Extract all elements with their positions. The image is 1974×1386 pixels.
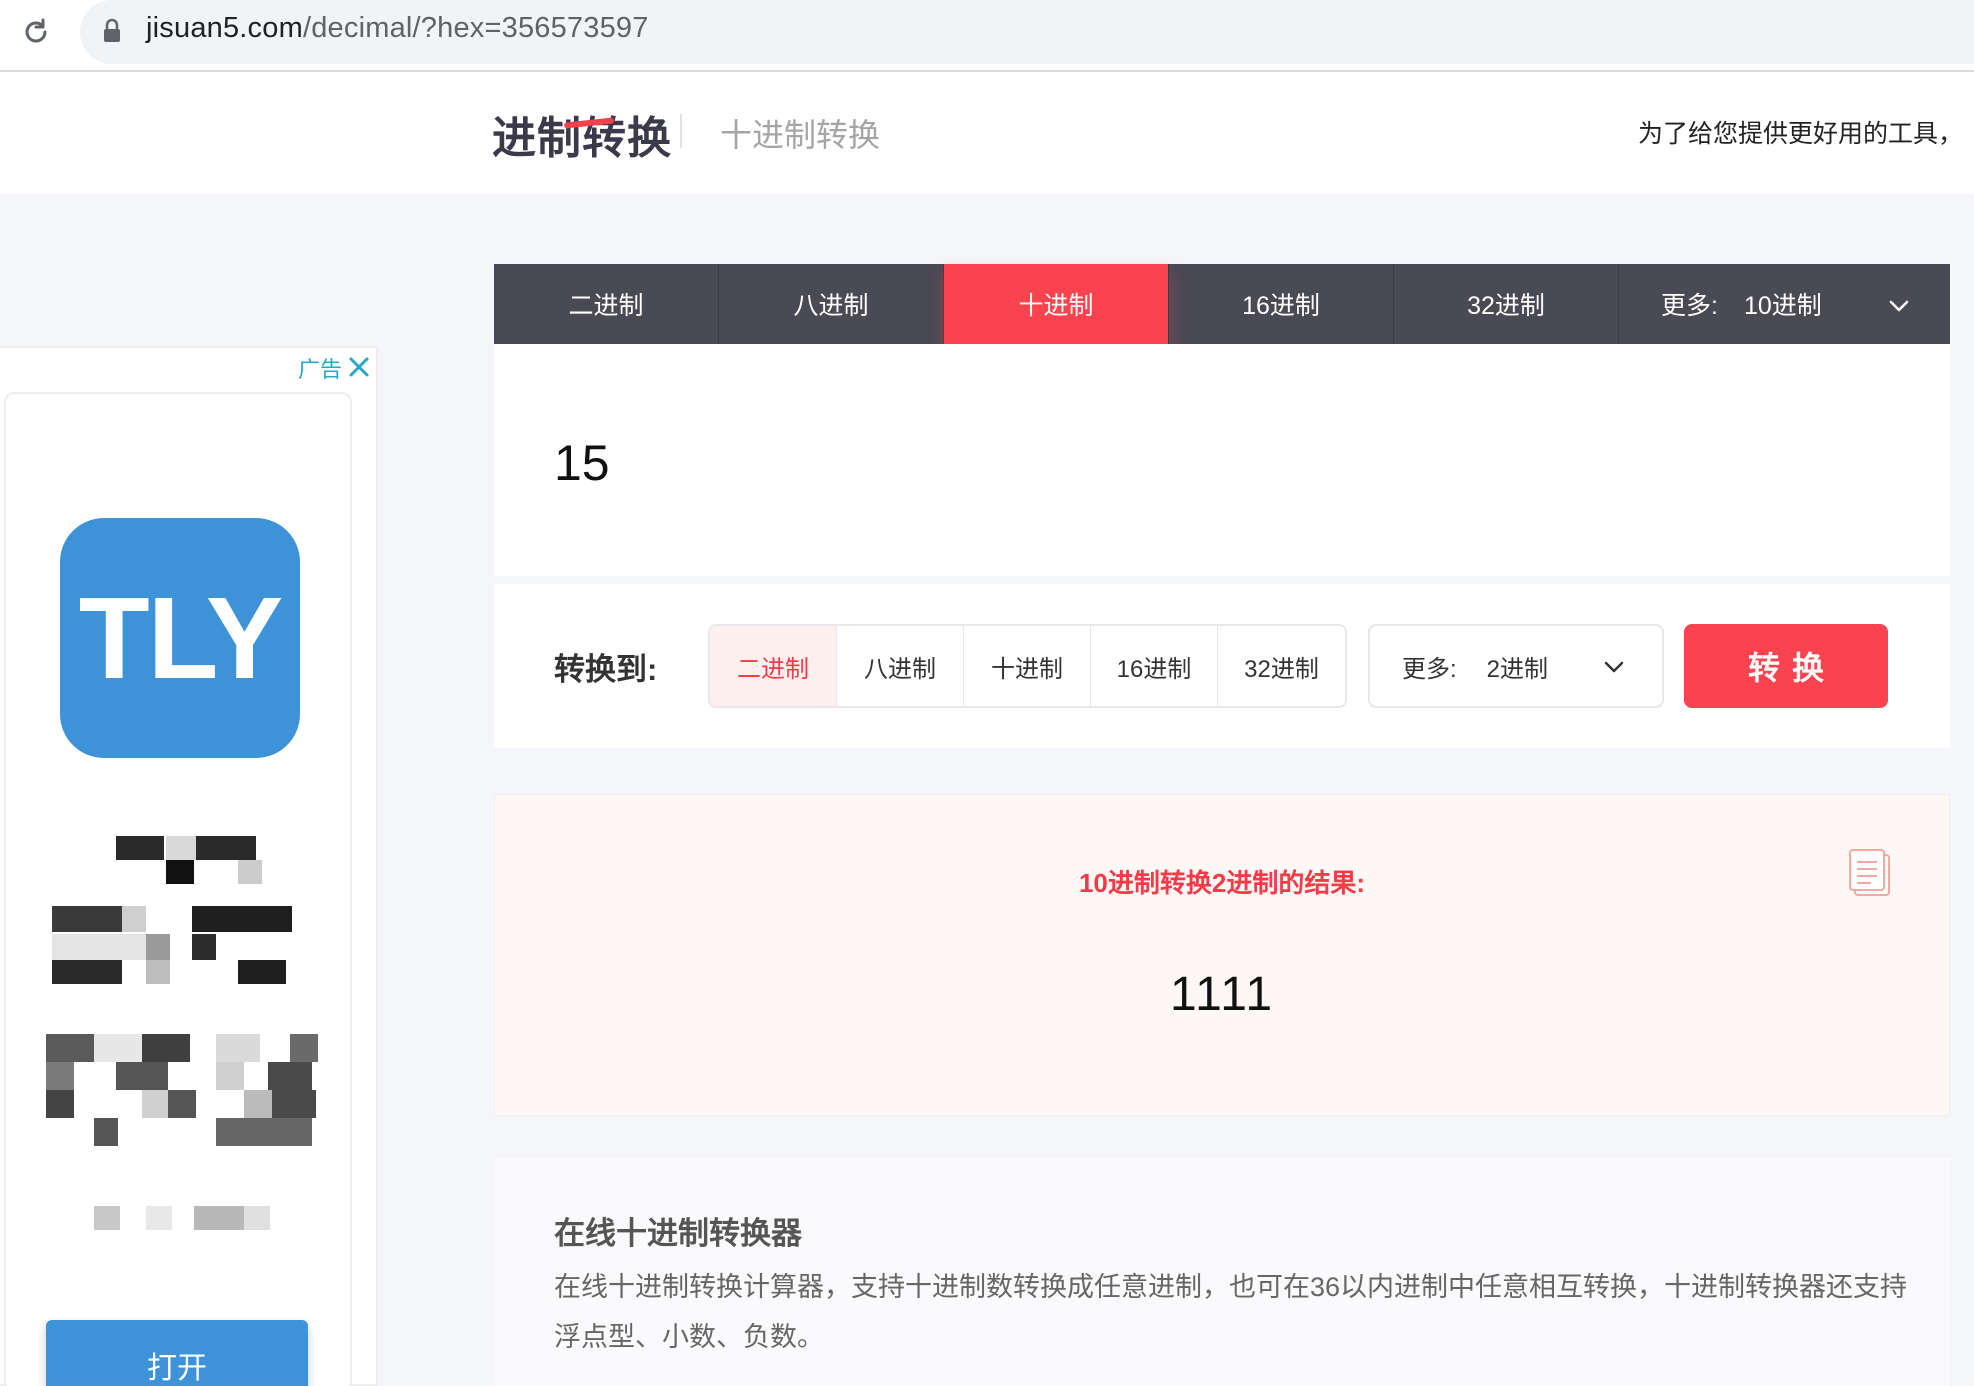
more-label: 更多: bbox=[1661, 292, 1718, 320]
target-decimal[interactable]: 十进制 bbox=[964, 626, 1091, 706]
page-title: 十进制转换 bbox=[720, 117, 881, 153]
convert-panel: 转换到: 二进制 八进制 十进制 16进制 32进制 更多: 2进制 转换 bbox=[494, 584, 1950, 748]
ad-panel: 广告 TLY 打开 bbox=[0, 346, 378, 1386]
result-panel: 10进制转换2进制的结果: 1111 bbox=[494, 794, 1950, 1116]
chevron-down-icon bbox=[1604, 652, 1624, 680]
reload-icon[interactable] bbox=[18, 14, 54, 50]
header-divider bbox=[680, 114, 682, 148]
target-base-selector: 二进制 八进制 十进制 16进制 32进制 bbox=[708, 624, 1347, 708]
ad-app-logo[interactable]: TLY bbox=[60, 518, 300, 758]
target-base32[interactable]: 32进制 bbox=[1218, 626, 1345, 706]
lock-icon[interactable] bbox=[102, 18, 122, 44]
url-host: jisuan5.com bbox=[146, 12, 303, 44]
browser-toolbar: jisuan5.com/decimal/?hex=356573597 bbox=[0, 0, 1974, 72]
target-hex[interactable]: 16进制 bbox=[1091, 626, 1218, 706]
ad-card[interactable]: TLY bbox=[4, 392, 352, 1386]
convert-to-label: 转换到: bbox=[554, 652, 658, 687]
url-path: /decimal/?hex=356573597 bbox=[302, 12, 649, 44]
target-octal[interactable]: 八进制 bbox=[837, 626, 964, 706]
header-notice: 为了给您提供更好用的工具， bbox=[1638, 120, 1964, 148]
tab-more-select[interactable]: 更多: 10进制 bbox=[1619, 264, 1949, 344]
url-text[interactable]: jisuan5.com/decimal/?hex=356573597 bbox=[146, 12, 649, 45]
result-value: 1111 bbox=[1169, 968, 1275, 1021]
tab-base32[interactable]: 32进制 bbox=[1394, 264, 1619, 344]
number-input[interactable]: 15 bbox=[554, 434, 610, 492]
target-more-label: 更多: bbox=[1402, 655, 1457, 683]
target-more-value: 2进制 bbox=[1486, 655, 1549, 683]
close-icon[interactable] bbox=[348, 352, 372, 378]
info-section: 在线十进制转换器 在线十进制转换计算器，支持十进制数转换成任意进制，也可在36以… bbox=[494, 1158, 1950, 1386]
copy-icon[interactable] bbox=[1847, 847, 1893, 899]
convert-button[interactable]: 转换 bbox=[1684, 624, 1888, 708]
tab-binary[interactable]: 二进制 bbox=[494, 264, 719, 344]
target-more-select[interactable]: 更多: 2进制 bbox=[1368, 624, 1664, 708]
more-value: 10进制 bbox=[1743, 292, 1822, 320]
ad-label: 广告 bbox=[298, 357, 343, 382]
number-input-area[interactable]: 15 bbox=[494, 344, 1950, 576]
site-logo[interactable]: 进制转换 bbox=[492, 102, 672, 166]
chevron-down-icon bbox=[1889, 290, 1909, 319]
target-binary[interactable]: 二进制 bbox=[710, 626, 837, 706]
ad-open-button[interactable]: 打开 bbox=[46, 1320, 308, 1386]
info-title: 在线十进制转换器 bbox=[554, 1216, 802, 1251]
site-header: 进制转换 十进制转换 为了给您提供更好用的工具， bbox=[0, 72, 1974, 194]
result-title: 10进制转换2进制的结果: bbox=[1078, 868, 1366, 898]
tab-hex[interactable]: 16进制 bbox=[1169, 264, 1394, 344]
tab-octal[interactable]: 八进制 bbox=[719, 264, 944, 344]
tab-decimal[interactable]: 十进制 bbox=[944, 264, 1169, 344]
info-description: 在线十进制转换计算器，支持十进制数转换成任意进制，也可在36以内进制中任意相互转… bbox=[554, 1272, 1908, 1352]
source-base-tabs: 二进制 八进制 十进制 16进制 32进制 更多: 10进制 bbox=[494, 264, 1950, 344]
